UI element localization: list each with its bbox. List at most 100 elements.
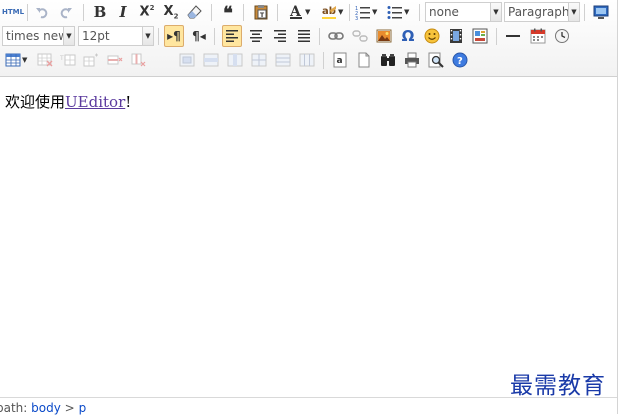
insert-row-button[interactable]: T [58, 49, 78, 71]
preview-icon [428, 52, 444, 68]
redo-button[interactable] [56, 1, 76, 23]
separator [584, 4, 585, 21]
delete-row-button[interactable] [105, 49, 125, 71]
unordered-list-icon [387, 6, 402, 19]
image-icon [376, 29, 392, 43]
separator [419, 4, 420, 21]
justify-right-icon [274, 30, 286, 42]
merge-down-button[interactable] [225, 49, 245, 71]
welcome-suffix: ! [125, 93, 132, 111]
separator [27, 4, 28, 21]
chevron-down-icon: ▼ [568, 3, 579, 21]
time-button[interactable] [552, 25, 572, 47]
split-rows-button[interactable] [273, 49, 293, 71]
undo-button[interactable] [32, 1, 52, 23]
unordered-list-button[interactable]: ▼ [384, 1, 414, 23]
separator [496, 28, 497, 45]
subscript-button[interactable]: X2 [161, 1, 181, 23]
editor-content[interactable]: 欢迎使用UEditor! [0, 77, 617, 397]
split-cells-icon [251, 53, 267, 67]
backcolor-button[interactable]: ab ▼ [318, 1, 348, 23]
rtl-button[interactable]: ¶◂ [189, 25, 209, 47]
eraser-icon [187, 5, 202, 19]
justify-left-button[interactable] [222, 25, 242, 47]
italic-button[interactable]: I [113, 1, 133, 23]
horizontal-rule-button[interactable] [503, 25, 523, 47]
path-body-link[interactable]: body [31, 401, 61, 415]
delete-col-icon [131, 53, 146, 67]
help-icon: ? [452, 52, 468, 68]
rtl-icon: ¶◂ [192, 29, 206, 43]
paste-plain-button[interactable]: T [251, 1, 271, 23]
ueditor-link[interactable]: UEditor [65, 93, 125, 111]
eraser-button[interactable] [185, 1, 205, 23]
search-replace-button[interactable] [378, 49, 398, 71]
source-icon: HTML [1, 8, 25, 16]
chevron-down-icon: ▼ [490, 3, 501, 21]
print-button[interactable] [402, 49, 422, 71]
separator [211, 4, 212, 21]
customstyle-select[interactable]: none ▼ [425, 2, 502, 22]
merge-right-icon [203, 53, 219, 67]
date-button[interactable] [528, 25, 548, 47]
justify-left-icon [226, 30, 238, 42]
page-break-button[interactable] [354, 49, 374, 71]
superscript-button[interactable]: X2 [137, 1, 157, 23]
delete-col-button[interactable] [129, 49, 149, 71]
template-button[interactable] [470, 25, 490, 47]
welcome-prefix: 欢迎使用 [5, 93, 66, 111]
paragraph-select[interactable]: Paragraph ▼ [504, 2, 580, 22]
justify-full-icon [298, 30, 310, 42]
split-cols-button[interactable] [297, 49, 317, 71]
special-char-button[interactable]: Ω [398, 25, 418, 47]
bold-button[interactable]: B [90, 1, 110, 23]
help-button[interactable]: ? [450, 49, 470, 71]
customstyle-value: none [429, 5, 459, 19]
source-button[interactable]: HTML [2, 1, 24, 23]
path-p-link[interactable]: p [79, 401, 87, 415]
insert-col-button[interactable] [81, 49, 101, 71]
forecolor-button[interactable]: A ▼ [285, 1, 315, 23]
toolbar: HTML B I X2 X2 ❝ T A ▼ ab ▼ 1 2 3 ▼ ▼ no… [0, 0, 617, 77]
insert-table-icon [5, 53, 21, 67]
ordered-list-button[interactable]: 123 ▼ [352, 1, 382, 23]
horizontal-rule-icon [506, 35, 520, 37]
separator [323, 52, 324, 69]
merge-right-button[interactable] [201, 49, 221, 71]
chevron-down-icon: ▼ [372, 8, 378, 16]
paste-plain-icon: T [254, 5, 268, 20]
unlink-button[interactable] [350, 25, 370, 47]
preview-button[interactable] [426, 49, 446, 71]
fullscreen-icon [593, 5, 609, 19]
svg-text:a: a [337, 56, 343, 66]
font-family-select[interactable]: times new ▼ [2, 26, 75, 46]
anchor-button[interactable]: a [330, 49, 350, 71]
toolbar-row-1: HTML B I X2 X2 ❝ T A ▼ ab ▼ 1 2 3 ▼ ▼ no… [0, 1, 617, 25]
ltr-button[interactable]: ▸¶ [164, 25, 184, 47]
delete-table-icon [37, 53, 53, 67]
insert-col-icon [83, 53, 98, 67]
font-size-select[interactable]: 12pt ▼ [78, 26, 154, 46]
image-button[interactable] [374, 25, 394, 47]
superscript-icon: X2 [139, 4, 155, 20]
insert-row-icon: T [60, 54, 76, 66]
justify-center-button[interactable] [246, 25, 266, 47]
merge-cells-button[interactable] [177, 49, 197, 71]
insert-table-button[interactable]: ▼ [2, 49, 32, 71]
separator [158, 28, 159, 45]
fullscreen-button[interactable] [591, 1, 611, 23]
justify-full-button[interactable] [294, 25, 314, 47]
blockquote-button[interactable]: ❝ [218, 1, 238, 23]
font-size-value: 12pt [82, 29, 110, 43]
link-button[interactable] [326, 25, 346, 47]
split-cells-button[interactable] [249, 49, 269, 71]
template-icon [472, 28, 488, 44]
video-button[interactable] [446, 25, 466, 47]
justify-right-button[interactable] [270, 25, 290, 47]
backcolor-icon: ab [322, 6, 336, 19]
delete-table-button[interactable] [35, 49, 55, 71]
separator [319, 28, 320, 45]
emotion-button[interactable] [422, 25, 442, 47]
path-label: path: [0, 401, 28, 415]
time-icon [555, 29, 569, 43]
